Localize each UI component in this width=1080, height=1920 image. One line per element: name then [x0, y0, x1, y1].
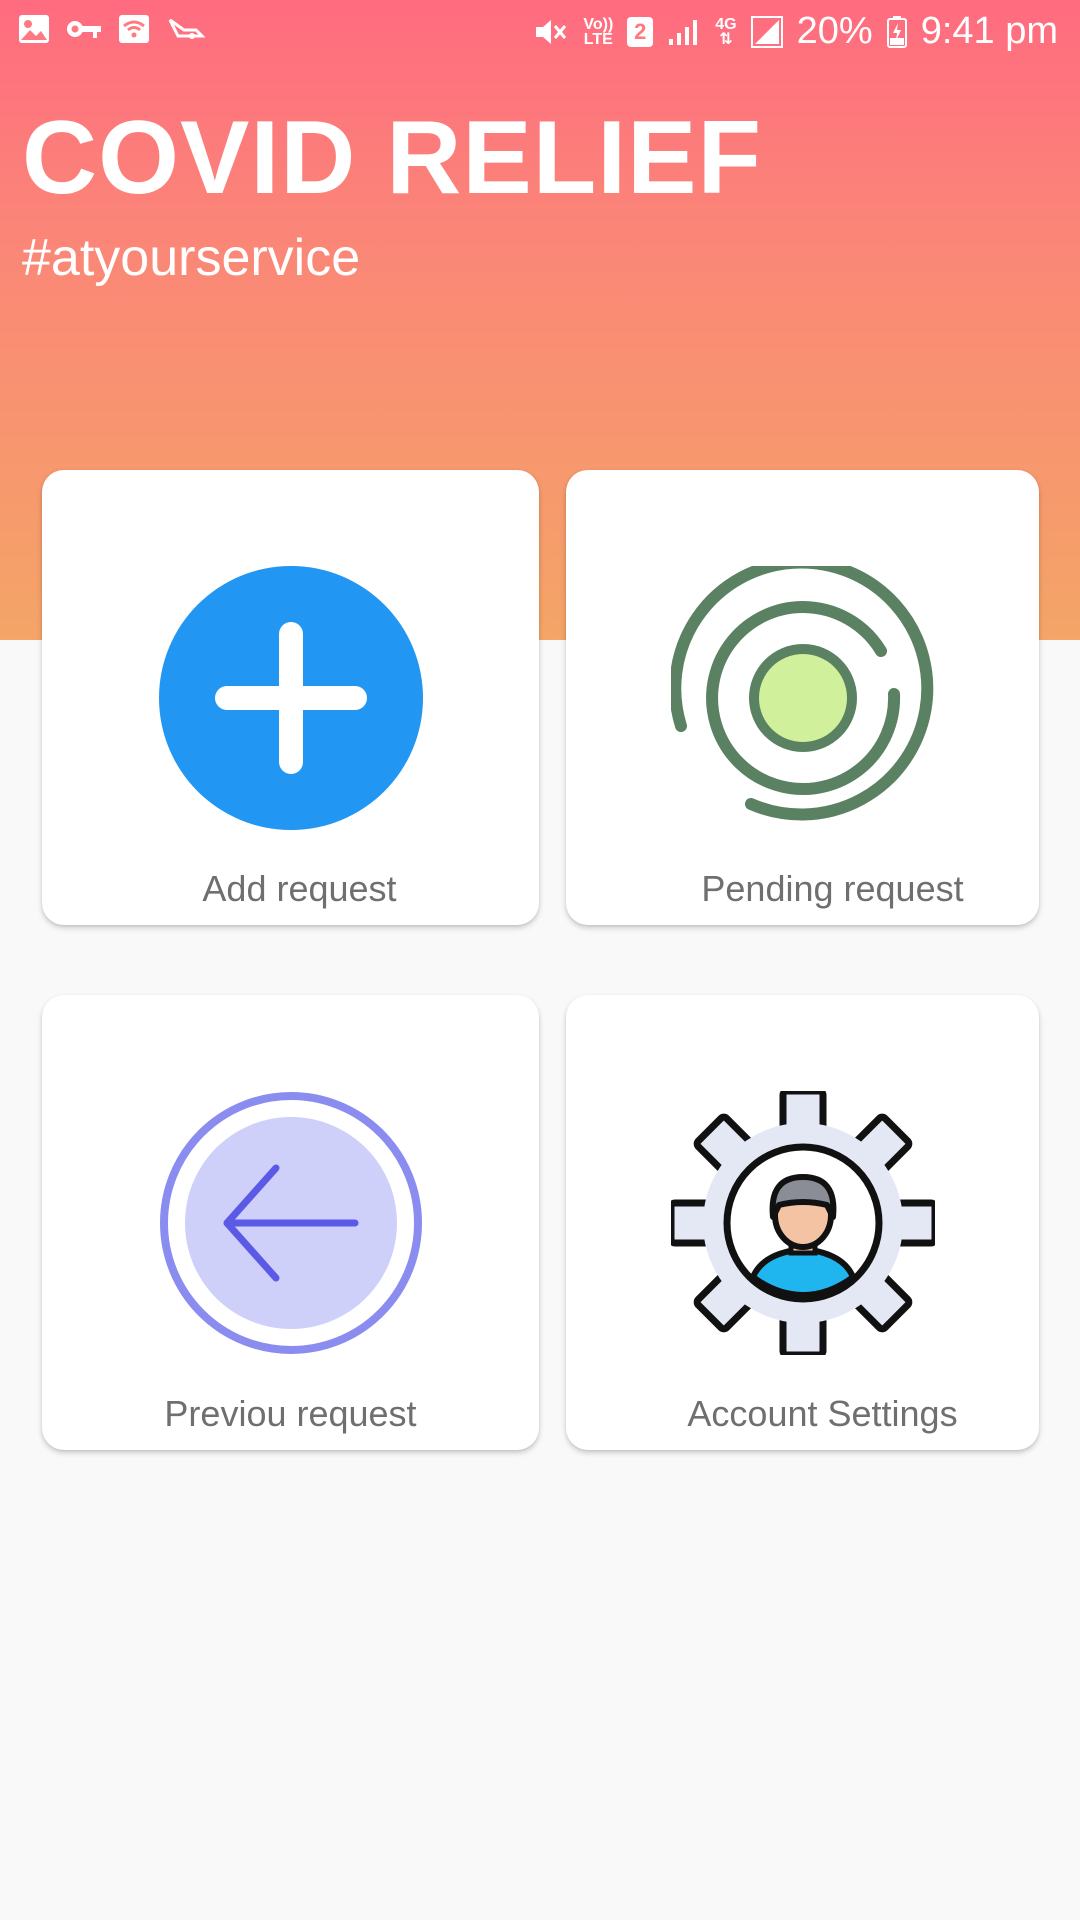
- pending-request-card[interactable]: Pending request: [566, 470, 1039, 925]
- sim-icon: 2: [627, 16, 654, 47]
- add-request-label: Add request: [202, 868, 397, 909]
- volte-label: Vo)): [583, 15, 614, 33]
- signal-icon: [750, 15, 783, 48]
- data-arrows: ⇅: [719, 30, 733, 48]
- status-bar: Vo)) LTE 2 4G ⇅ 20% 9:41 pm: [0, 0, 1080, 68]
- previous-request-card[interactable]: Previou request: [42, 995, 539, 1450]
- signal-icon: [667, 17, 701, 47]
- 4g-icon: 4G ⇅: [715, 15, 737, 48]
- back-arrow-circle-icon: [159, 1091, 423, 1355]
- lte-label: LTE: [583, 30, 613, 48]
- wifi-icon: [118, 14, 150, 44]
- add-circle-icon: [159, 566, 423, 830]
- gear-user-icon: [667, 1087, 939, 1359]
- account-settings-label: Account Settings: [687, 1393, 958, 1434]
- gallery-icon: [18, 14, 50, 44]
- mute-icon: [533, 16, 569, 48]
- pending-target-icon: [669, 556, 935, 830]
- account-settings-card[interactable]: Account Settings: [566, 995, 1039, 1450]
- add-request-card[interactable]: Add request: [42, 470, 539, 925]
- pending-request-label: Pending request: [701, 868, 964, 909]
- status-bar-left-icons: [18, 14, 206, 44]
- app-title: COVID RELIEF: [22, 100, 763, 216]
- key-icon: [66, 18, 102, 40]
- volte-icon: Vo)) LTE: [583, 15, 614, 48]
- app-notification-icon: [166, 14, 206, 44]
- app-subtitle: #atyourservice: [22, 229, 361, 287]
- status-bar-right-icons: Vo)) LTE 2 4G ⇅ 20% 9:41 pm: [533, 10, 1058, 53]
- battery-charging-icon: [886, 15, 907, 48]
- network-type-label: 4G: [715, 15, 737, 33]
- clock: 9:41 pm: [920, 10, 1058, 52]
- previous-request-label: Previou request: [164, 1393, 417, 1434]
- battery-percentage: 20%: [796, 10, 873, 52]
